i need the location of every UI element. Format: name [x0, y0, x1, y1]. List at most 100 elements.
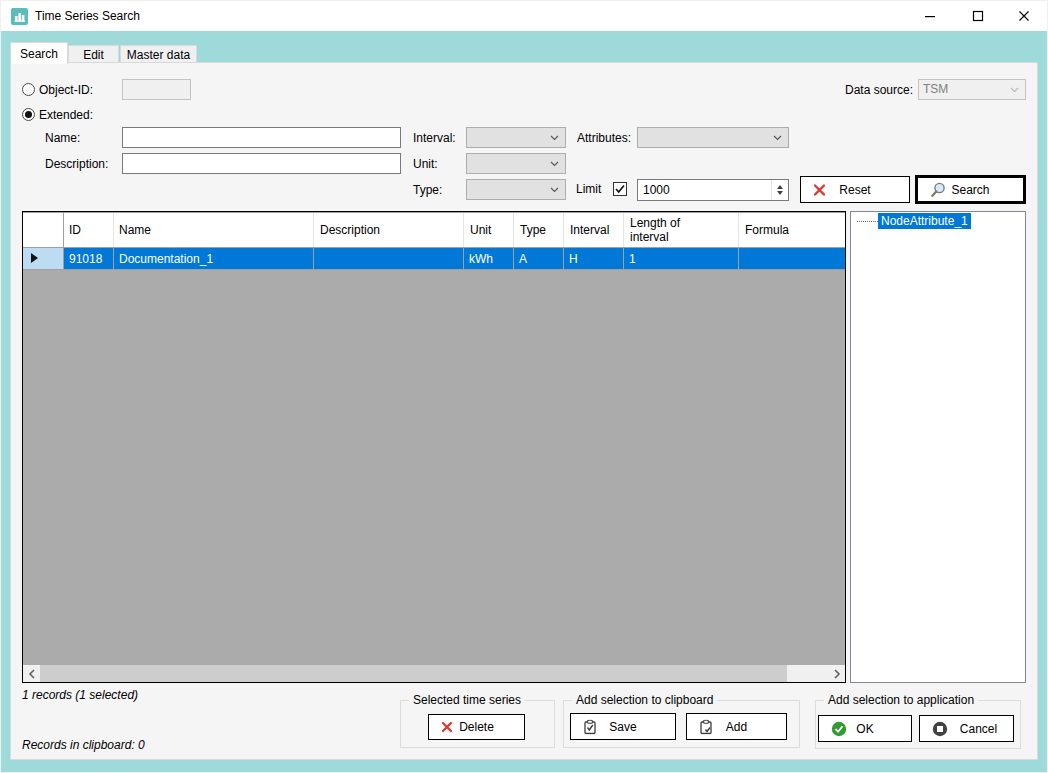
add-label: Add [726, 720, 747, 734]
scrollbar-thumb[interactable] [40, 665, 787, 682]
description-input[interactable] [122, 153, 401, 174]
col-header-description[interactable]: Description [320, 213, 460, 247]
save-button[interactable]: Save [570, 713, 676, 740]
chevron-left-icon [28, 669, 36, 679]
minimize-icon [924, 10, 936, 22]
window-title: Time Series Search [35, 9, 140, 23]
col-header-unit[interactable]: Unit [470, 213, 515, 247]
col-header-type[interactable]: Type [520, 213, 565, 247]
app-window: Time Series Search Search Edit Master da… [0, 0, 1048, 773]
chevron-down-icon [773, 135, 782, 141]
description-label: Description: [45, 157, 108, 171]
col-header-name[interactable]: Name [119, 213, 309, 247]
save-clipboard-icon [583, 719, 597, 734]
add-clipboard-icon [699, 719, 713, 734]
tab-search[interactable]: Search [10, 42, 68, 64]
add-to-application-title: Add selection to application [824, 693, 978, 707]
col-header-id[interactable]: ID [69, 213, 109, 247]
cell-description[interactable] [320, 248, 460, 269]
row-selector-arrow-icon [31, 253, 38, 263]
search-button[interactable]: Search [915, 175, 1026, 204]
chevron-down-icon [550, 187, 559, 193]
extended-label: Extended: [39, 108, 93, 122]
limit-value: 1000 [643, 183, 670, 197]
limit-checkbox[interactable] [613, 182, 627, 196]
maximize-button[interactable] [958, 1, 998, 31]
close-button[interactable] [1004, 1, 1044, 31]
unit-label: Unit: [413, 157, 438, 171]
cancel-button[interactable]: Cancel [919, 715, 1014, 742]
attributes-label: Attributes: [577, 131, 631, 145]
attributes-tree: NodeAttribute_1 [850, 211, 1026, 683]
limit-label: Limit [576, 182, 601, 196]
name-input[interactable] [122, 127, 401, 148]
close-icon [1018, 10, 1030, 22]
spin-down-icon[interactable] [777, 191, 783, 195]
interval-label: Interval: [413, 131, 456, 145]
spin-up-icon[interactable] [777, 185, 783, 189]
chevron-down-icon [550, 161, 559, 167]
ok-button[interactable]: OK [818, 715, 912, 742]
unit-select[interactable] [466, 153, 566, 174]
add-to-clipboard-title: Add selection to clipboard [572, 693, 717, 707]
delete-button[interactable]: Delete [428, 714, 525, 740]
cell-id[interactable]: 91018 [69, 248, 109, 269]
object-id-label: Object-ID: [39, 83, 93, 97]
attributes-select[interactable] [637, 127, 789, 148]
check-icon [614, 183, 626, 195]
ok-check-icon [831, 721, 847, 737]
limit-spinner[interactable] [771, 180, 788, 200]
chevron-down-icon [550, 135, 559, 141]
cancel-label: Cancel [960, 722, 997, 736]
name-label: Name: [45, 131, 80, 145]
reset-button[interactable]: Reset [800, 176, 910, 203]
ok-label: OK [856, 722, 873, 736]
delete-x-icon [441, 721, 453, 733]
row-header-cell[interactable] [23, 248, 63, 269]
cancel-stop-icon [932, 721, 948, 737]
object-id-input[interactable] [122, 79, 191, 100]
interval-select[interactable] [466, 127, 566, 148]
search-label: Search [951, 183, 989, 197]
scroll-right-button[interactable] [828, 665, 845, 682]
cell-name[interactable]: Documentation_1 [119, 248, 309, 269]
type-select[interactable] [466, 179, 566, 200]
title-bar: Time Series Search [1, 1, 1047, 31]
delete-label: Delete [459, 720, 494, 734]
minimize-button[interactable] [910, 1, 950, 31]
scroll-left-button[interactable] [23, 665, 40, 682]
records-status: 1 records (1 selected) [22, 688, 138, 702]
horizontal-scrollbar[interactable] [23, 665, 845, 682]
chevron-down-icon [1010, 87, 1019, 93]
data-source-value: TSM [923, 82, 948, 96]
col-header-interval[interactable]: Interval [570, 213, 620, 247]
tree-node-nodeattribute-1[interactable]: NodeAttribute_1 [878, 213, 971, 229]
col-header-length-of-interval[interactable]: Length of interval [630, 213, 710, 247]
clipboard-status: Records in clipboard: 0 [22, 738, 145, 752]
reset-x-icon [813, 183, 826, 196]
data-source-select[interactable]: TSM [918, 79, 1026, 100]
chevron-right-icon [833, 669, 841, 679]
reset-label: Reset [839, 183, 870, 197]
add-button[interactable]: Add [686, 713, 787, 740]
tab-edit[interactable]: Edit [68, 45, 119, 63]
save-label: Save [609, 720, 636, 734]
cell-formula[interactable] [745, 248, 835, 269]
maximize-icon [972, 10, 984, 22]
app-icon [11, 8, 28, 25]
cell-type[interactable]: A [519, 248, 564, 269]
search-icon [930, 182, 946, 198]
limit-input[interactable]: 1000 [637, 179, 789, 201]
cell-length-of-interval[interactable]: 1 [629, 248, 709, 269]
type-label: Type: [413, 183, 442, 197]
cell-interval[interactable]: H [569, 248, 619, 269]
tab-master-data[interactable]: Master data [120, 45, 197, 63]
tree-connector [857, 221, 878, 222]
extended-radio[interactable] [22, 108, 35, 121]
object-id-radio[interactable] [22, 83, 35, 96]
results-grid: ID Name Description Unit Type Interval L… [22, 211, 846, 683]
cell-unit[interactable]: kWh [469, 248, 514, 269]
col-header-formula[interactable]: Formula [745, 213, 835, 247]
data-source-label: Data source: [845, 83, 913, 97]
selected-time-series-title: Selected time series [409, 693, 525, 707]
